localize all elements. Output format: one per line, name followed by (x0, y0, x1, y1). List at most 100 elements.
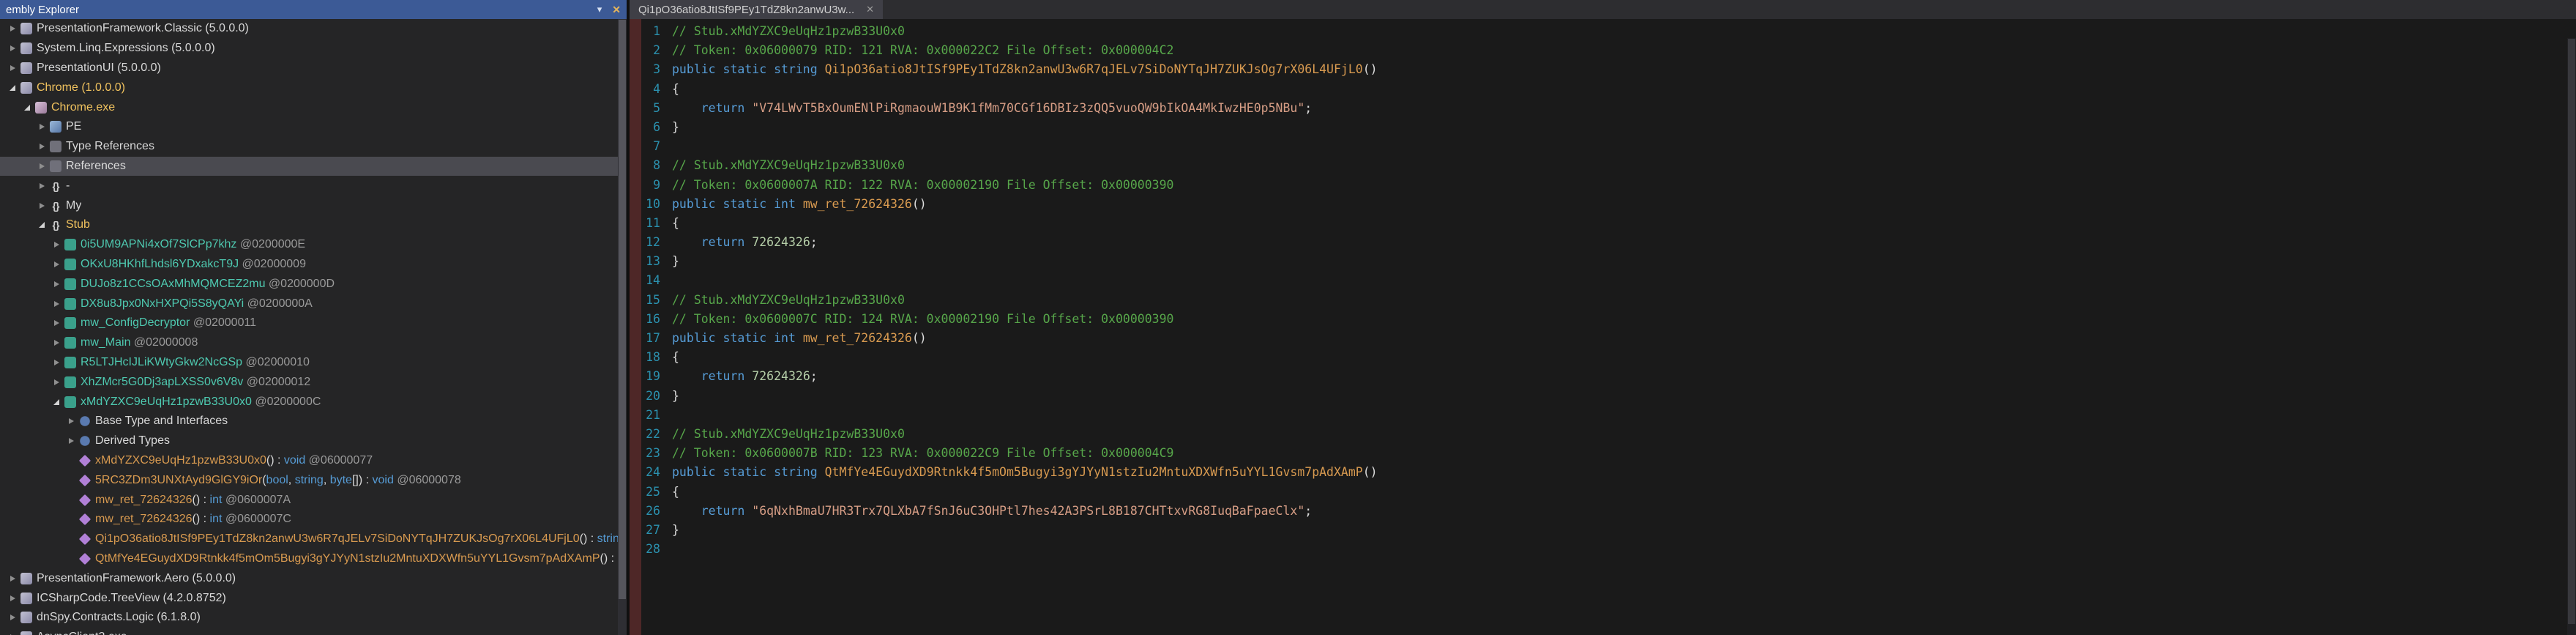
tree-item[interactable]: Derived Types (0, 431, 618, 451)
editor-scrollbar-track[interactable] (2567, 38, 2576, 635)
tree-item[interactable]: References (0, 157, 618, 177)
panel-title: embly Explorer (6, 4, 79, 16)
tree-item[interactable]: mw_ret_72624326() : int @0600007A (0, 490, 618, 510)
tree-item[interactable]: Qi1pO36atio8JtISf9PEy1TdZ8kn2anwU3w6R7qJ… (0, 530, 618, 549)
expand-icon[interactable] (40, 144, 45, 149)
code-text: // Stub.xMdYZXC9eUqHz1pzwB33U0x0 (672, 425, 905, 444)
tree-item-label: mw_ret_72624326() : int @0600007C (95, 513, 291, 526)
expand-icon[interactable] (10, 576, 15, 582)
expand-icon[interactable] (40, 124, 45, 130)
expand-icon[interactable] (40, 163, 45, 169)
collapse-icon[interactable] (10, 85, 15, 91)
code-line: 9// Token: 0x0600007A RID: 122 RVA: 0x00… (641, 176, 2566, 195)
expand-icon[interactable] (54, 379, 59, 385)
tree-item[interactable]: mw_ret_72624326() : int @0600007C (0, 510, 618, 530)
expand-icon[interactable] (10, 26, 15, 31)
editor-scrollbar-thumb[interactable] (2568, 39, 2575, 624)
tree-item[interactable]: {}Stub (0, 215, 618, 235)
expand-icon[interactable] (54, 242, 59, 248)
tree-item[interactable]: dnSpy.Contracts.Logic (6.1.8.0) (0, 608, 618, 628)
code-line: 20} (641, 387, 2566, 406)
expand-icon[interactable] (54, 360, 59, 365)
line-number: 11 (641, 214, 672, 233)
code-line: 6} (641, 118, 2566, 137)
tree-item[interactable]: 5RC3ZDm3UNXtAyd9GlGY9iOr(bool, string, b… (0, 470, 618, 490)
tree-item[interactable]: OKxU8HKhfLhdsl6YDxakcT9J @02000009 (0, 255, 618, 275)
tree-item[interactable]: ICSharpCode.TreeView (4.2.0.8752) (0, 588, 618, 608)
expand-icon[interactable] (10, 45, 15, 51)
code-text: return "6qNxhBmaU7HR3Trx7QLXbA7fSnJ6uC3O… (672, 502, 1312, 521)
expand-icon[interactable] (54, 320, 59, 326)
code-line: 8// Stub.xMdYZXC9eUqHz1pzwB33U0x0 (641, 156, 2566, 175)
tree-item[interactable]: 0i5UM9APNi4xOf7SlCPp7khz @0200000E (0, 235, 618, 255)
tree-item[interactable]: PresentationFramework.Classic (5.0.0.0) (0, 19, 618, 39)
tree-item-label: mw_Main @02000008 (81, 336, 198, 349)
tree-item[interactable]: XhZMcr5G0Dj3apLXSS0v6V8v @02000012 (0, 372, 618, 392)
code-line: 21 (641, 406, 2566, 425)
tree-item-label: mw_ConfigDecryptor @02000011 (81, 316, 256, 330)
code-editor[interactable]: 1// Stub.xMdYZXC9eUqHz1pzwB33U0x02// Tok… (630, 19, 2576, 635)
expand-icon[interactable] (40, 183, 45, 189)
chevron-down-icon[interactable]: ▾ (597, 4, 602, 15)
assembly-tree[interactable]: PresentationFramework.Classic (5.0.0.0) S… (0, 19, 618, 635)
code-text: public static string Qi1pO36atio8JtISf9P… (672, 60, 1378, 79)
document-tab[interactable]: Qi1pO36atio8JtISf9PEy1TdZ8kn2anwU3w... ✕ (630, 0, 883, 19)
tree-item[interactable]: DUJo8z1CCsOAxMhMQMCEZ2mu @0200000D (0, 274, 618, 294)
tree-item[interactable]: xMdYZXC9eUqHz1pzwB33U0x0 @0200000C (0, 392, 618, 412)
collapse-icon[interactable] (39, 222, 45, 228)
tree-item[interactable]: Chrome.exe (0, 97, 618, 117)
tree-item-label: PresentationUI (5.0.0.0) (37, 62, 161, 75)
code-line: 2// Token: 0x06000079 RID: 121 RVA: 0x00… (641, 41, 2566, 60)
expand-icon[interactable] (69, 438, 74, 444)
tree-item[interactable]: Type References (0, 137, 618, 157)
method-icon (79, 553, 91, 565)
code-line: 1// Stub.xMdYZXC9eUqHz1pzwB33U0x0 (641, 22, 2566, 41)
tree-item[interactable]: mw_ConfigDecryptor @02000011 (0, 313, 618, 333)
tree-item[interactable]: QtMfYe4EGuydXD9Rtnkk4f5mOm5Bugyi3gYJYyN1… (0, 549, 618, 569)
tab-close-icon[interactable]: ✕ (866, 4, 874, 15)
scrollbar-thumb[interactable] (619, 20, 626, 599)
tree-item[interactable]: {}- (0, 176, 618, 196)
tree-item-label: xMdYZXC9eUqHz1pzwB33U0x0 @0200000C (81, 396, 321, 409)
tree-item[interactable]: DX8u8Jpx0NxHXPQi5S8yQAYi @0200000A (0, 294, 618, 313)
class-icon (64, 298, 76, 310)
tree-item-label: Qi1pO36atio8JtISf9PEy1TdZ8kn2anwU3w6R7qJ… (95, 532, 618, 546)
collapse-icon[interactable] (53, 399, 59, 405)
tree-item-label: PresentationFramework.Classic (5.0.0.0) (37, 22, 249, 35)
tree-item[interactable]: Base Type and Interfaces (0, 412, 618, 431)
tree-item[interactable]: PE (0, 117, 618, 137)
collapse-icon[interactable] (24, 105, 30, 111)
expand-icon[interactable] (54, 340, 59, 346)
code-text: // Stub.xMdYZXC9eUqHz1pzwB33U0x0 (672, 291, 905, 310)
close-icon[interactable]: ✕ (612, 4, 621, 16)
tree-item[interactable]: PresentationUI (5.0.0.0) (0, 59, 618, 78)
tree-item[interactable]: mw_Main @02000008 (0, 333, 618, 353)
glyph-margin (630, 19, 641, 635)
code-text: // Token: 0x0600007C RID: 124 RVA: 0x000… (672, 310, 1173, 329)
code-text: // Stub.xMdYZXC9eUqHz1pzwB33U0x0 (672, 22, 905, 41)
code-text: // Token: 0x06000079 RID: 121 RVA: 0x000… (672, 41, 1173, 60)
method-icon (79, 513, 91, 525)
tree-item-label: Type References (66, 140, 154, 153)
tree-item[interactable]: {}My (0, 196, 618, 215)
tree-item[interactable]: PresentationFramework.Aero (5.0.0.0) (0, 568, 618, 588)
expand-icon[interactable] (40, 203, 45, 209)
tree-item[interactable]: AsyncClient2.exe (0, 628, 618, 635)
class-icon (64, 357, 76, 368)
expand-icon[interactable] (69, 418, 74, 424)
expand-icon[interactable] (10, 595, 15, 601)
scrollbar-track[interactable] (618, 19, 627, 635)
tree-item[interactable]: System.Linq.Expressions (5.0.0.0) (0, 39, 618, 59)
class-icon (64, 337, 76, 349)
expand-icon[interactable] (54, 301, 59, 307)
line-number: 4 (641, 80, 672, 99)
expand-icon[interactable] (10, 614, 15, 620)
expand-icon[interactable] (10, 65, 15, 71)
tree-item[interactable]: xMdYZXC9eUqHz1pzwB33U0x0() : void @06000… (0, 451, 618, 471)
expand-icon[interactable] (54, 281, 59, 287)
tree-item[interactable]: Chrome (1.0.0.0) (0, 78, 618, 97)
tree-item-label: XhZMcr5G0Dj3apLXSS0v6V8v @02000012 (81, 376, 310, 389)
expand-icon[interactable] (54, 261, 59, 267)
tree-item[interactable]: R5LTJHcIJLiKWtyGkw2NcGSp @02000010 (0, 353, 618, 373)
line-number: 18 (641, 348, 672, 367)
